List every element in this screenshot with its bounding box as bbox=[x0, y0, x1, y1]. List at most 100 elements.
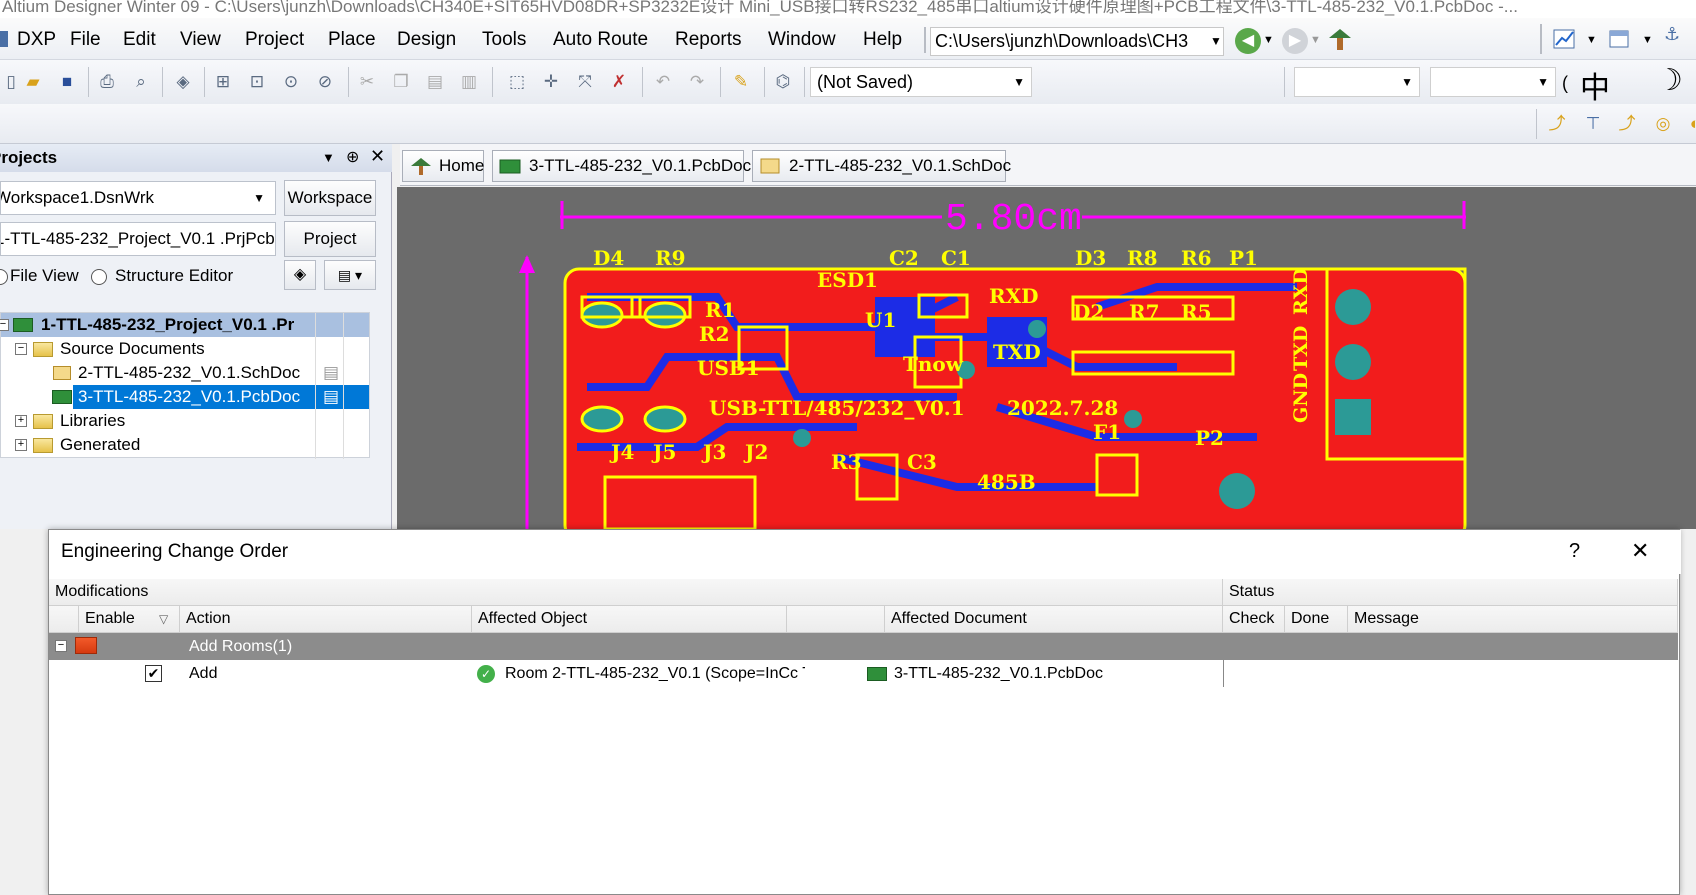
deselect-icon[interactable]: ⤧ bbox=[574, 71, 596, 93]
zoom-selected-icon[interactable]: ⊙ bbox=[280, 71, 302, 93]
pad-icon[interactable]: ◎ bbox=[1652, 113, 1674, 135]
affected-document-column-header[interactable]: Affected Document bbox=[885, 606, 1223, 633]
menu-design[interactable]: Design bbox=[397, 29, 456, 51]
enable-checkbox[interactable]: ✔ bbox=[145, 665, 162, 682]
filter-icon[interactable]: ▽ bbox=[159, 606, 168, 632]
open-folder-icon[interactable]: ▰ bbox=[22, 71, 44, 93]
zoom-area-icon[interactable]: ⊡ bbox=[246, 71, 268, 93]
menu-edit[interactable]: Edit bbox=[123, 29, 156, 51]
undo-icon[interactable]: ↶ bbox=[652, 71, 674, 93]
workspace-button[interactable]: Workspace bbox=[284, 180, 376, 216]
save-icon[interactable]: ■ bbox=[56, 71, 78, 93]
check-column-header[interactable]: Check bbox=[1223, 606, 1285, 633]
layout-dropdown-icon[interactable]: ▼ bbox=[1642, 34, 1653, 46]
tree-item-pcbdoc[interactable]: 3-TTL-485-232_V0.1.PcbDoc ▤ bbox=[1, 385, 369, 409]
print-icon[interactable]: ⎙ bbox=[96, 71, 118, 93]
collapse-icon[interactable]: − bbox=[55, 640, 67, 652]
clear-filter-icon[interactable]: ✗ bbox=[608, 71, 630, 93]
panel-menu-icon[interactable]: ▼ bbox=[322, 150, 335, 165]
rubber-stamp-icon[interactable]: ▥ bbox=[458, 71, 480, 93]
interactive-route-icon[interactable]: ⤴ bbox=[1546, 113, 1568, 135]
table-row[interactable]: ✔ Add ✓ Room 2-TTL-485-232_V0.1 (Scope=I… bbox=[49, 660, 1678, 687]
chart-dropdown-icon[interactable]: ▼ bbox=[1586, 34, 1597, 46]
pin-icon[interactable]: ⊕ bbox=[346, 147, 359, 167]
structure-editor-radio[interactable] bbox=[91, 269, 107, 285]
print-preview-icon[interactable]: ⌕ bbox=[130, 71, 152, 93]
tab-pcbdoc[interactable]: 3-TTL-485-232_V0.1.PcbDoc bbox=[492, 150, 751, 182]
menu-place[interactable]: Place bbox=[328, 29, 376, 51]
forward-icon[interactable]: ▶ bbox=[1282, 28, 1308, 54]
workspace-combo[interactable]: Workspace1.DsnWrk ▼ bbox=[0, 181, 276, 215]
group-row-add-rooms[interactable]: − Add Rooms(1) bbox=[49, 633, 1678, 660]
tree-item-schdoc[interactable]: 2-TTL-485-232_V0.1.SchDoc ▤ bbox=[1, 361, 369, 385]
expand-icon[interactable]: + bbox=[15, 415, 27, 427]
forward-dropdown-icon[interactable]: ▼ bbox=[1310, 34, 1321, 46]
file-view-radio[interactable] bbox=[0, 269, 8, 285]
via-icon[interactable]: ◐ bbox=[1684, 113, 1696, 135]
redo-icon[interactable]: ↷ bbox=[686, 71, 708, 93]
tree-item-source-documents[interactable]: − Source Documents bbox=[1, 337, 369, 361]
menu-reports[interactable]: Reports bbox=[675, 29, 742, 51]
tab-home[interactable]: Home bbox=[402, 150, 484, 182]
tab-schdoc[interactable]: 2-TTL-485-232_V0.1.SchDoc bbox=[752, 150, 1011, 182]
silk-d2: D2 bbox=[1073, 300, 1104, 324]
crossprobe-icon[interactable]: ✎ bbox=[730, 71, 752, 93]
message-column-header[interactable]: Message bbox=[1348, 606, 1678, 633]
path-dropdown-icon[interactable]: ▼ bbox=[1210, 34, 1222, 48]
close-panel-icon[interactable]: ✕ bbox=[370, 146, 385, 167]
menu-auto-route[interactable]: Auto Route bbox=[553, 29, 648, 51]
workspace-value: Workspace1.DsnWrk bbox=[0, 188, 155, 207]
layer-combo[interactable]: ▼ bbox=[1294, 67, 1420, 97]
fanout-icon[interactable]: ⊤ bbox=[1582, 113, 1604, 135]
menu-file[interactable]: File bbox=[70, 29, 101, 51]
copy-icon[interactable]: ❐ bbox=[390, 71, 412, 93]
close-icon[interactable]: ✕ bbox=[1631, 538, 1649, 564]
menu-project[interactable]: Project bbox=[245, 29, 304, 51]
zoom-filter-icon[interactable]: ⊘ bbox=[314, 71, 336, 93]
diff-pair-icon[interactable]: ⤴ bbox=[1616, 113, 1638, 135]
ime-moon-icon[interactable]: ☽ bbox=[1656, 63, 1683, 98]
back-icon[interactable]: ◀ bbox=[1235, 28, 1261, 54]
menu-tools[interactable]: Tools bbox=[482, 29, 526, 51]
collapse-icon[interactable]: − bbox=[0, 319, 9, 331]
paren-text: ( bbox=[1562, 73, 1568, 93]
back-dropdown-icon[interactable]: ▼ bbox=[1263, 34, 1274, 46]
help-button[interactable]: ? bbox=[1569, 540, 1580, 563]
move-icon[interactable]: ✛ bbox=[540, 71, 562, 93]
menu-help[interactable]: Help bbox=[863, 29, 902, 51]
silk-r3: R3 bbox=[831, 450, 862, 474]
options-icon[interactable]: ▤ ▾ bbox=[324, 260, 376, 290]
layout-icon[interactable] bbox=[1608, 28, 1630, 50]
home-tree-icon[interactable] bbox=[1326, 26, 1354, 52]
menu-dxp[interactable]: DXP bbox=[17, 29, 56, 51]
project-field[interactable]: 1-TTL-485-232_Project_V0.1 .PrjPcb bbox=[0, 222, 276, 256]
zoom-fit-icon[interactable]: ⊞ bbox=[212, 71, 234, 93]
project-button[interactable]: Project bbox=[284, 221, 376, 257]
new-icon[interactable]: ▯ bbox=[0, 71, 22, 93]
done-column-header[interactable]: Done bbox=[1285, 606, 1348, 633]
tree-item-project[interactable]: − 1-TTL-485-232_Project_V0.1 .Pr bbox=[0, 313, 369, 337]
menu-window[interactable]: Window bbox=[768, 29, 836, 51]
action-column-header[interactable]: Action bbox=[180, 606, 472, 633]
browse-components-icon[interactable]: ⌬ bbox=[772, 71, 794, 93]
tree-item-generated[interactable]: + Generated bbox=[1, 433, 369, 457]
compile-icon[interactable]: ◈ bbox=[284, 260, 316, 290]
expand-icon[interactable]: + bbox=[15, 439, 27, 451]
collapse-icon[interactable]: − bbox=[15, 343, 27, 355]
path-combo[interactable]: C:\Users\junzh\Downloads\CH3 bbox=[930, 27, 1224, 56]
pcb-canvas[interactable]: 5.80cm D4 R9 C2 C1 D3 R8 R6 P1 ESD1 RXD … bbox=[397, 187, 1696, 529]
select-area-icon[interactable]: ⬚ bbox=[506, 71, 528, 93]
class-combo[interactable]: ▼ bbox=[1430, 67, 1556, 97]
chart-icon[interactable] bbox=[1552, 28, 1576, 50]
cut-icon[interactable]: ✂ bbox=[356, 71, 378, 93]
modifications-header: Modifications bbox=[49, 579, 1223, 606]
paste-icon[interactable]: ▤ bbox=[424, 71, 446, 93]
layers-icon[interactable]: ◈ bbox=[172, 71, 194, 93]
affected-object-column-header[interactable]: Affected Object bbox=[472, 606, 787, 633]
tree-item-libraries[interactable]: + Libraries bbox=[1, 409, 369, 433]
ime-chinese-indicator[interactable]: 中 bbox=[1580, 63, 1610, 107]
extra-icon[interactable]: ⚓ bbox=[1664, 24, 1680, 45]
view-config-combo[interactable]: (Not Saved) ▼ bbox=[810, 67, 1032, 97]
enable-column-header[interactable]: Enable ▽ bbox=[79, 606, 180, 633]
menu-view[interactable]: View bbox=[180, 29, 221, 51]
